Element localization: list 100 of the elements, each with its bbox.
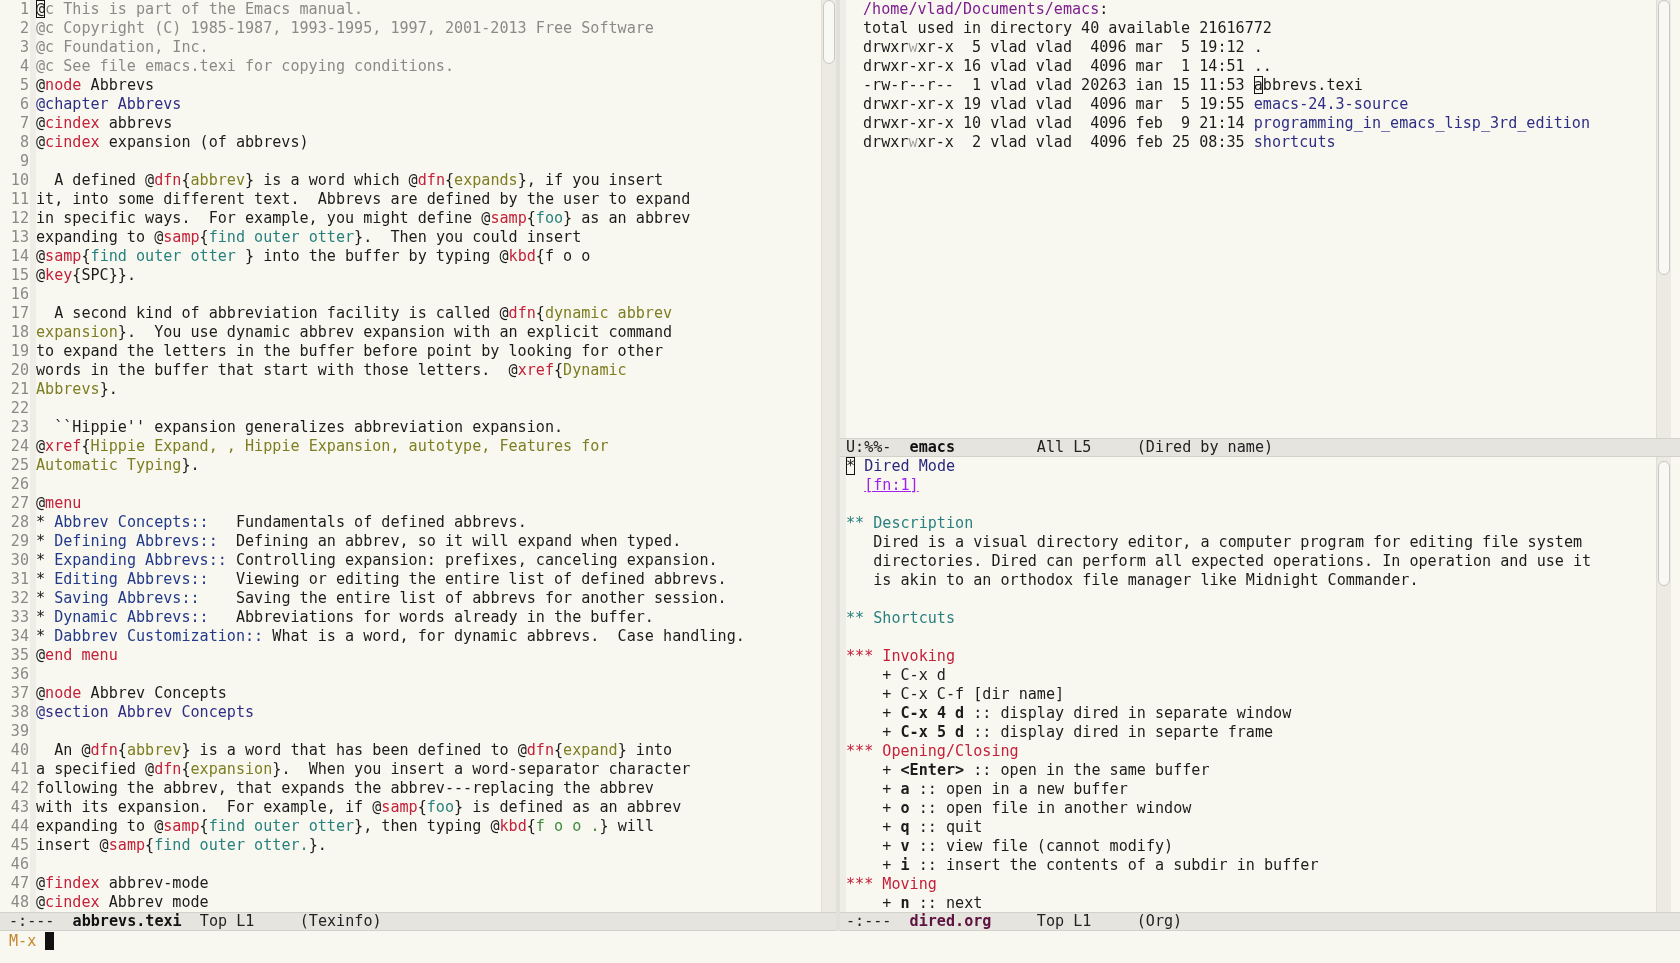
line-number: 5	[18, 76, 30, 95]
outline-line: *** Moving	[846, 875, 938, 894]
line-number: 16	[9, 285, 30, 304]
directory-listing-line: drwxr-xr-x 10 vlad vlad 4096 feb 9 21:14 programming_in_emacs_lisp_3rd_edition	[863, 114, 1591, 133]
code-line: with its expansion. For example, if @samp{foo} is defined as an abbrev	[36, 798, 683, 817]
code-line: * Defining Abbrevs:: Defining an abbrev, so it will expand when typed.	[36, 532, 683, 551]
line-number: 8	[18, 133, 30, 152]
code-line: @section Abbrev Concepts	[36, 703, 256, 722]
code-line: in specific ways. For example, you might define @samp{foo} as an abbrev	[36, 209, 692, 228]
outline-line: *** Invoking	[846, 647, 957, 666]
line-number: 12	[9, 209, 30, 228]
line-number: 32	[9, 589, 30, 608]
outline-line: Dired is a visual directory editor, a computer program for editing file system	[872, 533, 1584, 552]
line-number: 7	[18, 114, 30, 133]
code-line: ``Hippie'' expansion generalizes abbreviation expansion.	[53, 418, 565, 437]
outline-line: + q :: quit	[881, 818, 984, 837]
cursor-position: Top L1	[199, 913, 256, 930]
line-number: 45	[9, 836, 30, 855]
scrollbar[interactable]	[1656, 0, 1671, 438]
scrollbar[interactable]	[821, 0, 836, 912]
code-line: a specified @dfn{expansion}. When you insert a word-separator character	[36, 760, 692, 779]
line-number: 37	[9, 684, 30, 703]
line-number: 15	[9, 266, 30, 285]
code-line: it, into some different text. Abbrevs are defined by the user to expand	[36, 190, 692, 209]
line-number: 27	[9, 494, 30, 513]
scrollbar-thumb[interactable]	[1658, 0, 1670, 275]
line-number: 34	[9, 627, 30, 646]
scrollbar-thumb[interactable]	[823, 0, 835, 64]
line-number: 41	[9, 760, 30, 779]
outline-line: ** Shortcuts	[846, 609, 957, 628]
code-line: following the abbrev, that expands the abbrev---replacing the abbrev	[36, 779, 655, 798]
line-number: 29	[9, 532, 30, 551]
line-number: 44	[9, 817, 30, 836]
code-line: @samp{find outer otter } into the buffer by typing @kbd{f o o	[36, 247, 592, 266]
line-number: 13	[9, 228, 30, 247]
buffer-name: dired.org	[909, 913, 993, 930]
buffer-name: abbrevs.texi	[72, 913, 182, 930]
line-number: 22	[9, 399, 30, 418]
directory-listing-line: drwxr-xr-x 16 vlad vlad 4096 mar 1 14:51 ..	[863, 57, 1273, 76]
cursor-position: All L5	[1036, 439, 1093, 456]
line-number: 42	[9, 779, 30, 798]
code-line: Automatic Typing}.	[36, 456, 201, 475]
line-number: 6	[18, 95, 30, 114]
code-line: A defined @dfn{abbrev} is a word which @dfn{expands}, if you insert	[53, 171, 665, 190]
code-line: @chapter Abbrevs	[36, 95, 183, 114]
code-line: * Dabbrev Customization:: What is a word, for dynamic abbrevs. Case handling.	[36, 627, 746, 646]
outline-line: + C-x 4 d :: display dired in separate window	[881, 704, 1293, 723]
code-line: @xref{Hippie Expand, , Hippie Expansion, autotype, Features for	[36, 437, 610, 456]
code-line: words in the buffer that start with those letters. @xref{Dynamic	[36, 361, 628, 380]
directory-listing-line: drwxr-xr-x 19 vlad vlad 4096 mar 5 19:55 emacs-24.3-source	[863, 95, 1410, 114]
code-line: @cindex Abbrev mode	[36, 893, 210, 912]
code-line: expanding to @samp{find outer otter}. Then you could insert	[36, 228, 583, 247]
line-number: 19	[9, 342, 30, 361]
code-line: @cindex abbrevs	[36, 114, 174, 133]
outline-line: + C-x C-f [dir name]	[881, 685, 1066, 704]
outline-line: *** Opening/Closing	[846, 742, 1020, 761]
outline-line: + C-x d	[881, 666, 947, 685]
code-line: Abbrevs}.	[36, 380, 119, 399]
line-number: 36	[9, 665, 30, 684]
code-line: * Saving Abbrevs:: Saving the entire list of abbrevs for another session.	[36, 589, 728, 608]
scrollbar-thumb[interactable]	[1658, 461, 1670, 586]
outline-line: * Dired Mode	[846, 457, 957, 476]
directory-listing-line: /home/vlad/Documents/emacs:	[863, 0, 1110, 19]
line-number: 14	[9, 247, 30, 266]
major-mode: (Texinfo)	[299, 913, 382, 930]
outline-line: + C-x 5 d :: display dired in separte frame	[881, 723, 1275, 742]
line-number: 40	[9, 741, 30, 760]
footnote-link[interactable]: [fn:1]	[864, 476, 919, 494]
outline-line: + v :: view file (cannot modify)	[881, 837, 1175, 856]
code-line: to expand the letters in the buffer before point by looking for other	[36, 342, 665, 361]
line-number: 1	[18, 0, 30, 19]
outline-line: + n :: next	[881, 894, 984, 912]
directory-listing-line: drwxrwxr-x 5 vlad vlad 4096 mar 5 19:12 .	[863, 38, 1264, 57]
code-line: @node Abbrevs	[36, 76, 156, 95]
line-number: 43	[9, 798, 30, 817]
line-number: 23	[9, 418, 30, 437]
code-line: @menu	[36, 494, 83, 513]
outline-line: + a :: open in a new buffer	[881, 780, 1129, 799]
text-cursor	[45, 932, 55, 950]
minibuffer-prompt: M-x	[9, 932, 37, 951]
line-number: 9	[18, 152, 30, 171]
line-number: 26	[9, 475, 30, 494]
line-number: 17	[9, 304, 30, 323]
mode-line-status: -:---	[9, 913, 55, 930]
code-line: @c Foundation, Inc.	[36, 38, 210, 57]
directory-listing-line: drwxrwxr-x 2 vlad vlad 4096 feb 25 08:35 shortcuts	[863, 133, 1337, 152]
mode-line-status: -:---	[846, 913, 892, 930]
line-number: 47	[9, 874, 30, 893]
line-number: 11	[9, 190, 30, 209]
code-line: An @dfn{abbrev} is a word that has been defined to @dfn{expand} into	[53, 741, 674, 760]
line-number: 48	[9, 893, 30, 912]
outline-line: ** Description	[846, 514, 975, 533]
scrollbar[interactable]	[1656, 457, 1671, 912]
line-number: 46	[9, 855, 30, 874]
code-line: expansion}. You use dynamic abbrev expansion with an explicit command	[36, 323, 674, 342]
outline-line: is akin to an orthodox file manager like Midnight Commander.	[872, 571, 1420, 590]
code-line: @end menu	[36, 646, 119, 665]
line-number: 10	[9, 171, 30, 190]
outline-line: + <Enter> :: open in the same buffer	[881, 761, 1211, 780]
code-line: @c See file emacs.texi for copying conditions.	[36, 57, 455, 76]
